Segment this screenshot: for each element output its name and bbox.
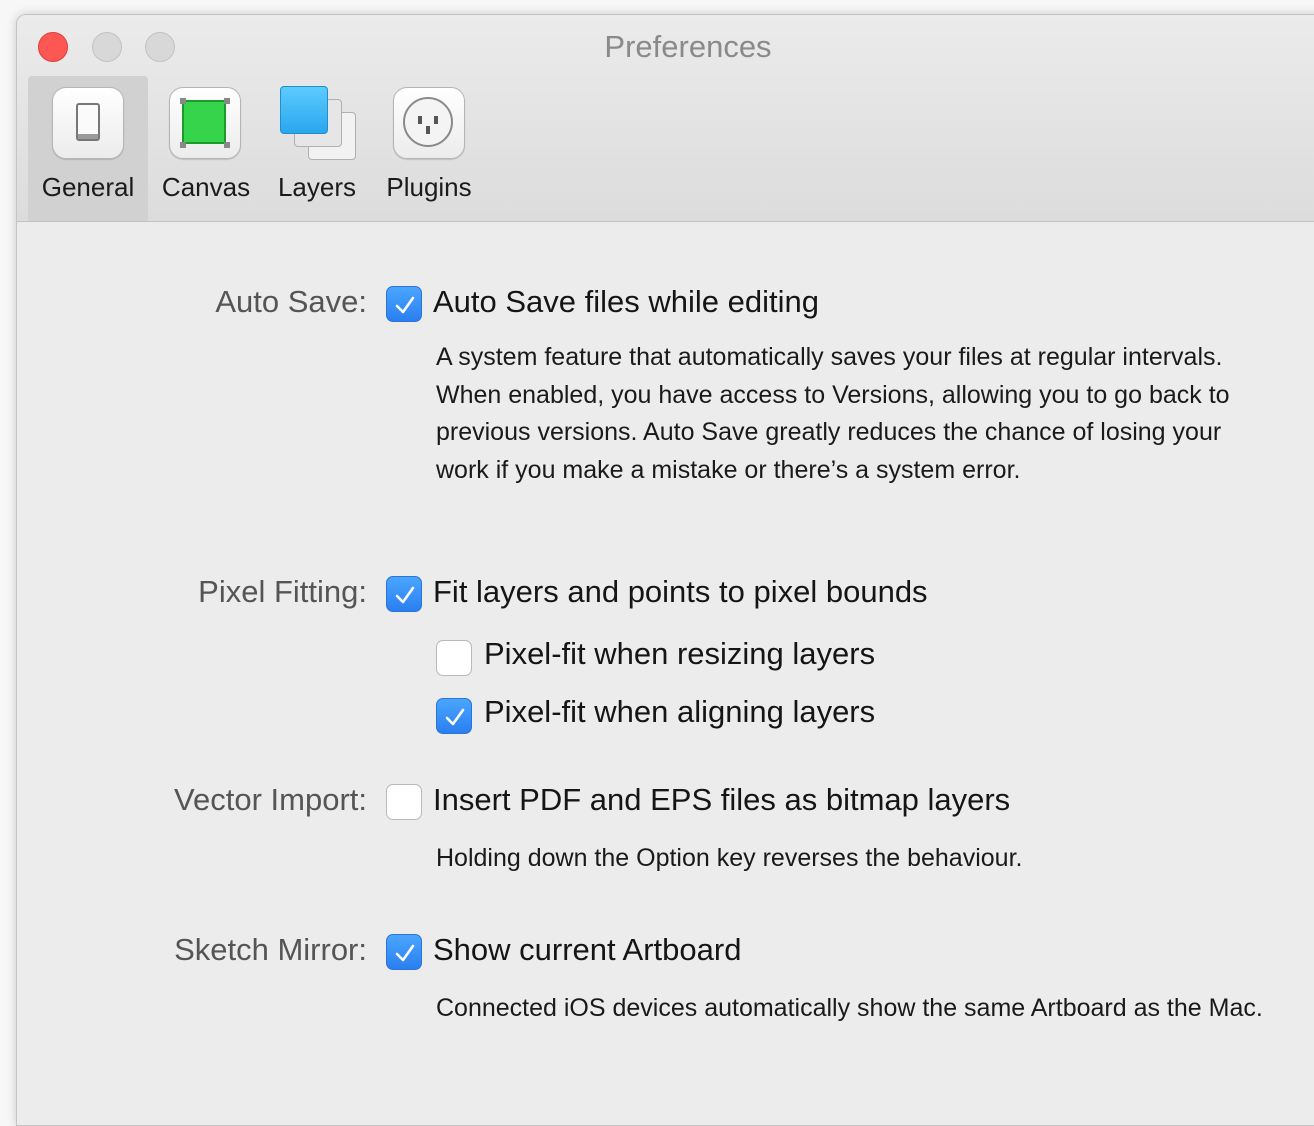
vector-import-label: Vector Import: xyxy=(174,782,367,817)
pixel-fitting-option[interactable]: Fit layers and points to pixel bounds xyxy=(433,574,928,610)
checkmark-icon xyxy=(445,708,465,726)
vector-import-option[interactable]: Insert PDF and EPS files as bitmap layer… xyxy=(433,782,1010,818)
auto-save-description: A system feature that automatically save… xyxy=(436,343,1230,484)
tab-label: Plugins xyxy=(386,172,472,202)
checkmark-icon xyxy=(395,296,415,314)
toolbar: Preferences General Canvas Layers Plugin… xyxy=(17,15,1314,222)
auto-save-label: Auto Save: xyxy=(215,284,367,319)
tab-label: Canvas xyxy=(161,172,251,202)
plug-icon xyxy=(393,87,465,159)
sketch-mirror-label: Sketch Mirror: xyxy=(174,932,367,967)
sketch-mirror-option[interactable]: Show current Artboard xyxy=(433,932,741,968)
tab-canvas[interactable]: Canvas xyxy=(155,76,257,221)
vector-import-description: Holding down the Option key reverses the… xyxy=(436,844,1023,872)
tab-general[interactable]: General xyxy=(28,76,148,221)
layers-icon xyxy=(280,86,356,162)
pixel-fit-aligning-option[interactable]: Pixel-fit when aligning layers xyxy=(484,694,875,730)
auto-save-option[interactable]: Auto Save files while editing xyxy=(433,284,819,320)
preferences-window: Preferences General Canvas Layers Plugin… xyxy=(16,14,1314,1126)
vector-import-checkbox[interactable] xyxy=(386,784,422,820)
canvas-icon xyxy=(169,87,241,159)
switch-icon xyxy=(52,87,124,159)
sketch-mirror-checkbox[interactable] xyxy=(386,934,422,970)
general-settings: Auto Save: Auto Save files while editing… xyxy=(17,222,1314,1125)
tab-label: General xyxy=(41,172,135,202)
pixel-fitting-checkbox[interactable] xyxy=(386,576,422,612)
tab-label: Layers xyxy=(277,172,357,202)
pixel-fitting-label: Pixel Fitting: xyxy=(198,574,367,609)
pixel-fit-resizing-option[interactable]: Pixel-fit when resizing layers xyxy=(484,636,875,672)
sketch-mirror-description: Connected iOS devices automatically show… xyxy=(436,994,1263,1022)
pixel-fit-resizing-checkbox[interactable] xyxy=(436,640,472,676)
tab-layers[interactable]: Layers xyxy=(267,76,367,221)
checkmark-icon xyxy=(395,586,415,604)
pixel-fit-aligning-checkbox[interactable] xyxy=(436,698,472,734)
tab-plugins[interactable]: Plugins xyxy=(377,76,481,221)
checkmark-icon xyxy=(395,944,415,962)
window-title: Preferences xyxy=(604,29,772,64)
auto-save-checkbox[interactable] xyxy=(386,286,422,322)
